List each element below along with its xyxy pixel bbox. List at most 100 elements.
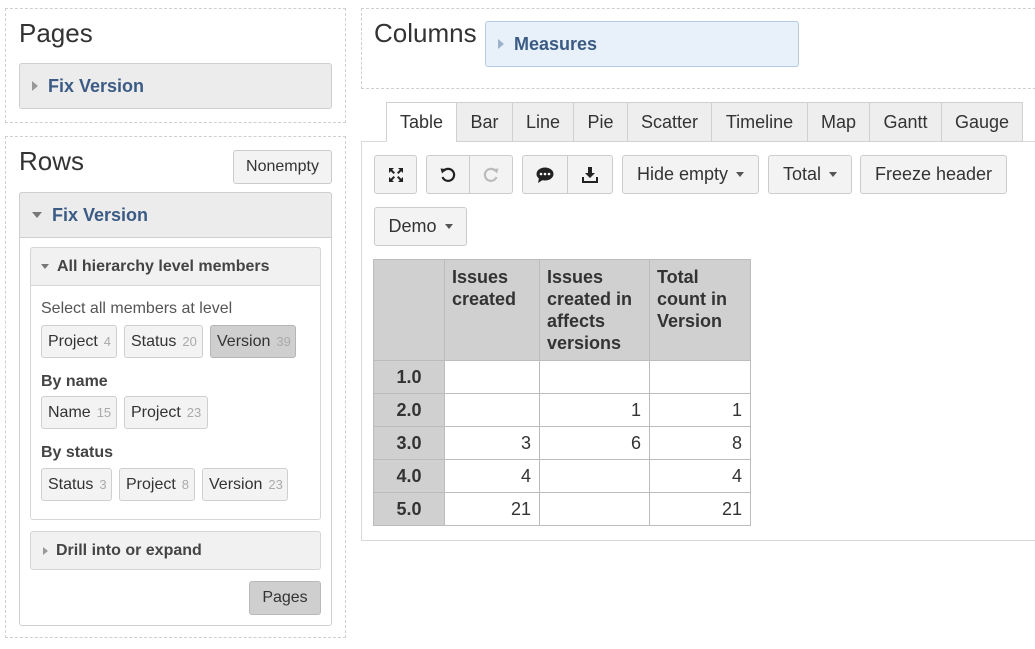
chip-label: Status xyxy=(131,332,177,350)
total-dropdown[interactable]: Total xyxy=(768,155,852,194)
column-header[interactable]: Issues created xyxy=(444,259,540,361)
level-chip-status[interactable]: Status 20 xyxy=(124,325,203,358)
table-row: 2.0 1 1 xyxy=(373,393,751,427)
chip-label: Status xyxy=(48,475,94,493)
undo-button[interactable] xyxy=(426,155,470,194)
table-cell: 3 xyxy=(444,426,540,460)
chip-count: 23 xyxy=(268,477,283,492)
chip-count: 39 xyxy=(276,334,291,349)
table-cell: 1 xyxy=(649,393,751,427)
select-level-label: Select all members at level xyxy=(41,300,233,317)
freeze-header-button[interactable]: Freeze header xyxy=(860,155,1007,194)
row-header[interactable]: 2.0 xyxy=(373,393,445,427)
column-header[interactable]: Issues created in affects versions xyxy=(539,259,650,361)
pages-title: Pages xyxy=(19,18,93,48)
chip-count: 4 xyxy=(103,334,112,349)
tab-bar[interactable]: Bar xyxy=(456,102,513,142)
status-chip-version[interactable]: Version 23 xyxy=(202,468,288,501)
rows-dimension-fix-version[interactable]: Fix Version xyxy=(19,192,332,238)
table-cell xyxy=(539,360,650,394)
hierarchy-header[interactable]: All hierarchy level members xyxy=(30,247,321,286)
tab-gantt[interactable]: Gantt xyxy=(869,102,942,142)
table-cell: 6 xyxy=(539,426,650,460)
fullscreen-button[interactable] xyxy=(374,155,417,194)
drill-expand-header[interactable]: Drill into or expand xyxy=(30,531,321,570)
name-chip-name[interactable]: Name 15 xyxy=(41,396,117,429)
chip-label: Name xyxy=(48,403,91,421)
tab-timeline[interactable]: Timeline xyxy=(711,102,808,142)
caret-right-icon xyxy=(43,546,48,555)
chip-label: Project xyxy=(131,403,181,421)
chip-count: 20 xyxy=(182,334,197,349)
caret-right-icon xyxy=(32,81,38,91)
tab-map[interactable]: Map xyxy=(807,102,870,142)
table-row: 5.0 21 21 xyxy=(373,492,751,526)
hierarchy-label: All hierarchy level members xyxy=(57,257,270,275)
rows-title: Rows xyxy=(19,146,85,176)
level-chip-version[interactable]: Version 39 xyxy=(210,325,296,358)
table-cell: 8 xyxy=(649,426,751,460)
tab-gauge[interactable]: Gauge xyxy=(941,102,1023,142)
row-header[interactable]: 4.0 xyxy=(373,459,445,493)
tab-table[interactable]: Table xyxy=(386,102,457,142)
hide-empty-dropdown[interactable]: Hide empty xyxy=(622,155,759,194)
redo-button[interactable] xyxy=(469,155,513,194)
report-table: Issues created Issues created in affects… xyxy=(373,259,751,526)
table-row: 1.0 xyxy=(373,360,751,394)
row-header[interactable]: 5.0 xyxy=(373,492,445,526)
tab-line[interactable]: Line xyxy=(512,102,574,142)
table-header-row: Issues created Issues created in affects… xyxy=(373,259,751,361)
nonempty-button[interactable]: Nonempty xyxy=(233,150,332,184)
drill-label: Drill into or expand xyxy=(56,541,202,559)
demo-dropdown[interactable]: Demo xyxy=(374,207,467,246)
demo-label: Demo xyxy=(388,216,437,236)
level-chip-project[interactable]: Project 4 xyxy=(41,325,117,358)
name-chip-project[interactable]: Project 23 xyxy=(124,396,208,429)
tab-scatter[interactable]: Scatter xyxy=(627,102,712,142)
chevron-down-icon xyxy=(829,172,838,177)
pages-dimension-fix-version[interactable]: Fix Version xyxy=(19,63,332,109)
row-header[interactable]: 3.0 xyxy=(373,426,445,460)
table-cell xyxy=(539,459,650,493)
chip-count: 15 xyxy=(96,405,112,420)
table-cell: 21 xyxy=(649,492,751,526)
table-cell xyxy=(539,492,650,526)
table-cell: 21 xyxy=(444,492,540,526)
chip-label: Version xyxy=(209,475,263,493)
rows-dimension-label: Fix Version xyxy=(52,204,149,225)
corner-cell xyxy=(373,259,445,361)
pages-dimension-label: Fix Version xyxy=(48,75,145,96)
row-header[interactable]: 1.0 xyxy=(373,360,445,394)
table-cell xyxy=(444,360,540,394)
table-row: 3.0 3 6 8 xyxy=(373,426,751,460)
comment-button[interactable] xyxy=(522,155,568,194)
pages-button[interactable]: Pages xyxy=(249,581,321,615)
table-cell: 4 xyxy=(649,459,751,493)
table-row: 4.0 4 4 xyxy=(373,459,751,493)
table-cell: 1 xyxy=(539,393,650,427)
table-cell: 4 xyxy=(444,459,540,493)
comment-icon xyxy=(536,167,554,183)
table-cell xyxy=(444,393,540,427)
chip-label: Version xyxy=(217,332,271,350)
chip-count: 23 xyxy=(186,405,202,420)
status-chip-status[interactable]: Status 3 xyxy=(41,468,112,501)
hide-empty-label: Hide empty xyxy=(636,164,729,184)
redo-icon xyxy=(483,167,499,182)
columns-dimension-measures[interactable]: Measures xyxy=(485,21,799,67)
by-name-label: By name xyxy=(41,373,108,390)
download-icon xyxy=(582,166,598,183)
chip-label: Project xyxy=(126,475,176,493)
chip-count: 8 xyxy=(181,477,190,492)
column-header[interactable]: Total count in Version xyxy=(649,259,751,361)
status-chip-project[interactable]: Project 8 xyxy=(119,468,195,501)
chevron-down-icon xyxy=(736,172,745,177)
undo-icon xyxy=(440,167,456,182)
download-button[interactable] xyxy=(567,155,613,194)
chip-count: 3 xyxy=(99,477,107,492)
expand-arrows-icon xyxy=(388,167,403,182)
tab-pie[interactable]: Pie xyxy=(573,102,628,142)
caret-down-icon xyxy=(41,264,49,269)
columns-title: Columns xyxy=(374,18,477,48)
chevron-down-icon xyxy=(444,224,453,229)
